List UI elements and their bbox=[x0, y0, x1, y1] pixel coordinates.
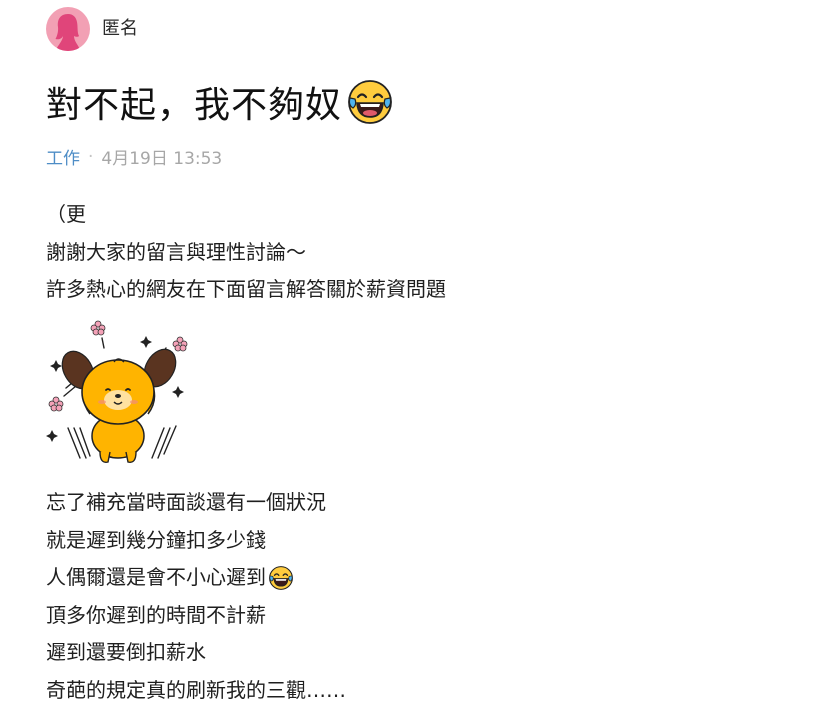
anonymous-female-icon bbox=[55, 14, 81, 51]
laughing-with-tears-emoji-icon bbox=[348, 80, 392, 124]
author-name[interactable]: 匿名 bbox=[102, 14, 138, 40]
body-line: 謝謝大家的留言與理性討論～ bbox=[46, 239, 306, 264]
post-meta: 工作 · 4月19日 13:53 bbox=[46, 144, 223, 170]
avatar[interactable] bbox=[46, 7, 90, 51]
body-line: 許多熱心的網友在下面留言解答關於薪資問題 bbox=[46, 277, 446, 301]
post-body-part2: 忘了補充當時面談還有一個狀況 就是遲到幾分鐘扣多少錢 人偶爾還是會不小心遲到 頂… bbox=[46, 484, 346, 709]
body-line: 奇葩的規定真的刷新我的三觀…… bbox=[46, 677, 346, 702]
body-line-text: 人偶爾還是會不小心遲到 bbox=[46, 565, 266, 589]
cheering-dog-sticker bbox=[46, 320, 188, 463]
body-line: （更 bbox=[46, 202, 86, 226]
body-line: 忘了補充當時面談還有一個狀況 bbox=[46, 490, 326, 514]
post-title: 對不起，我不夠奴 bbox=[46, 85, 343, 126]
body-line: 頂多你遲到的時間不計薪 bbox=[46, 602, 266, 627]
post-title-row: 對不起，我不夠奴 bbox=[46, 74, 394, 130]
category-link[interactable]: 工作 bbox=[46, 144, 80, 169]
post-body-part1: （更 謝謝大家的留言與理性討論～ 許多熱心的網友在下面留言解答關於薪資問題 bbox=[46, 196, 786, 309]
post-timestamp: 4月19日 13:53 bbox=[101, 149, 223, 169]
body-line: 遲到還要倒扣薪水 bbox=[46, 640, 206, 664]
laughing-with-tears-emoji-icon bbox=[269, 565, 293, 590]
body-line: 就是遲到幾分鐘扣多少錢 bbox=[46, 527, 266, 552]
post-author[interactable]: 匿名 bbox=[46, 6, 138, 52]
body-line-with-emoji: 人偶爾還是會不小心遲到 bbox=[46, 559, 346, 597]
meta-separator: · bbox=[88, 146, 94, 167]
